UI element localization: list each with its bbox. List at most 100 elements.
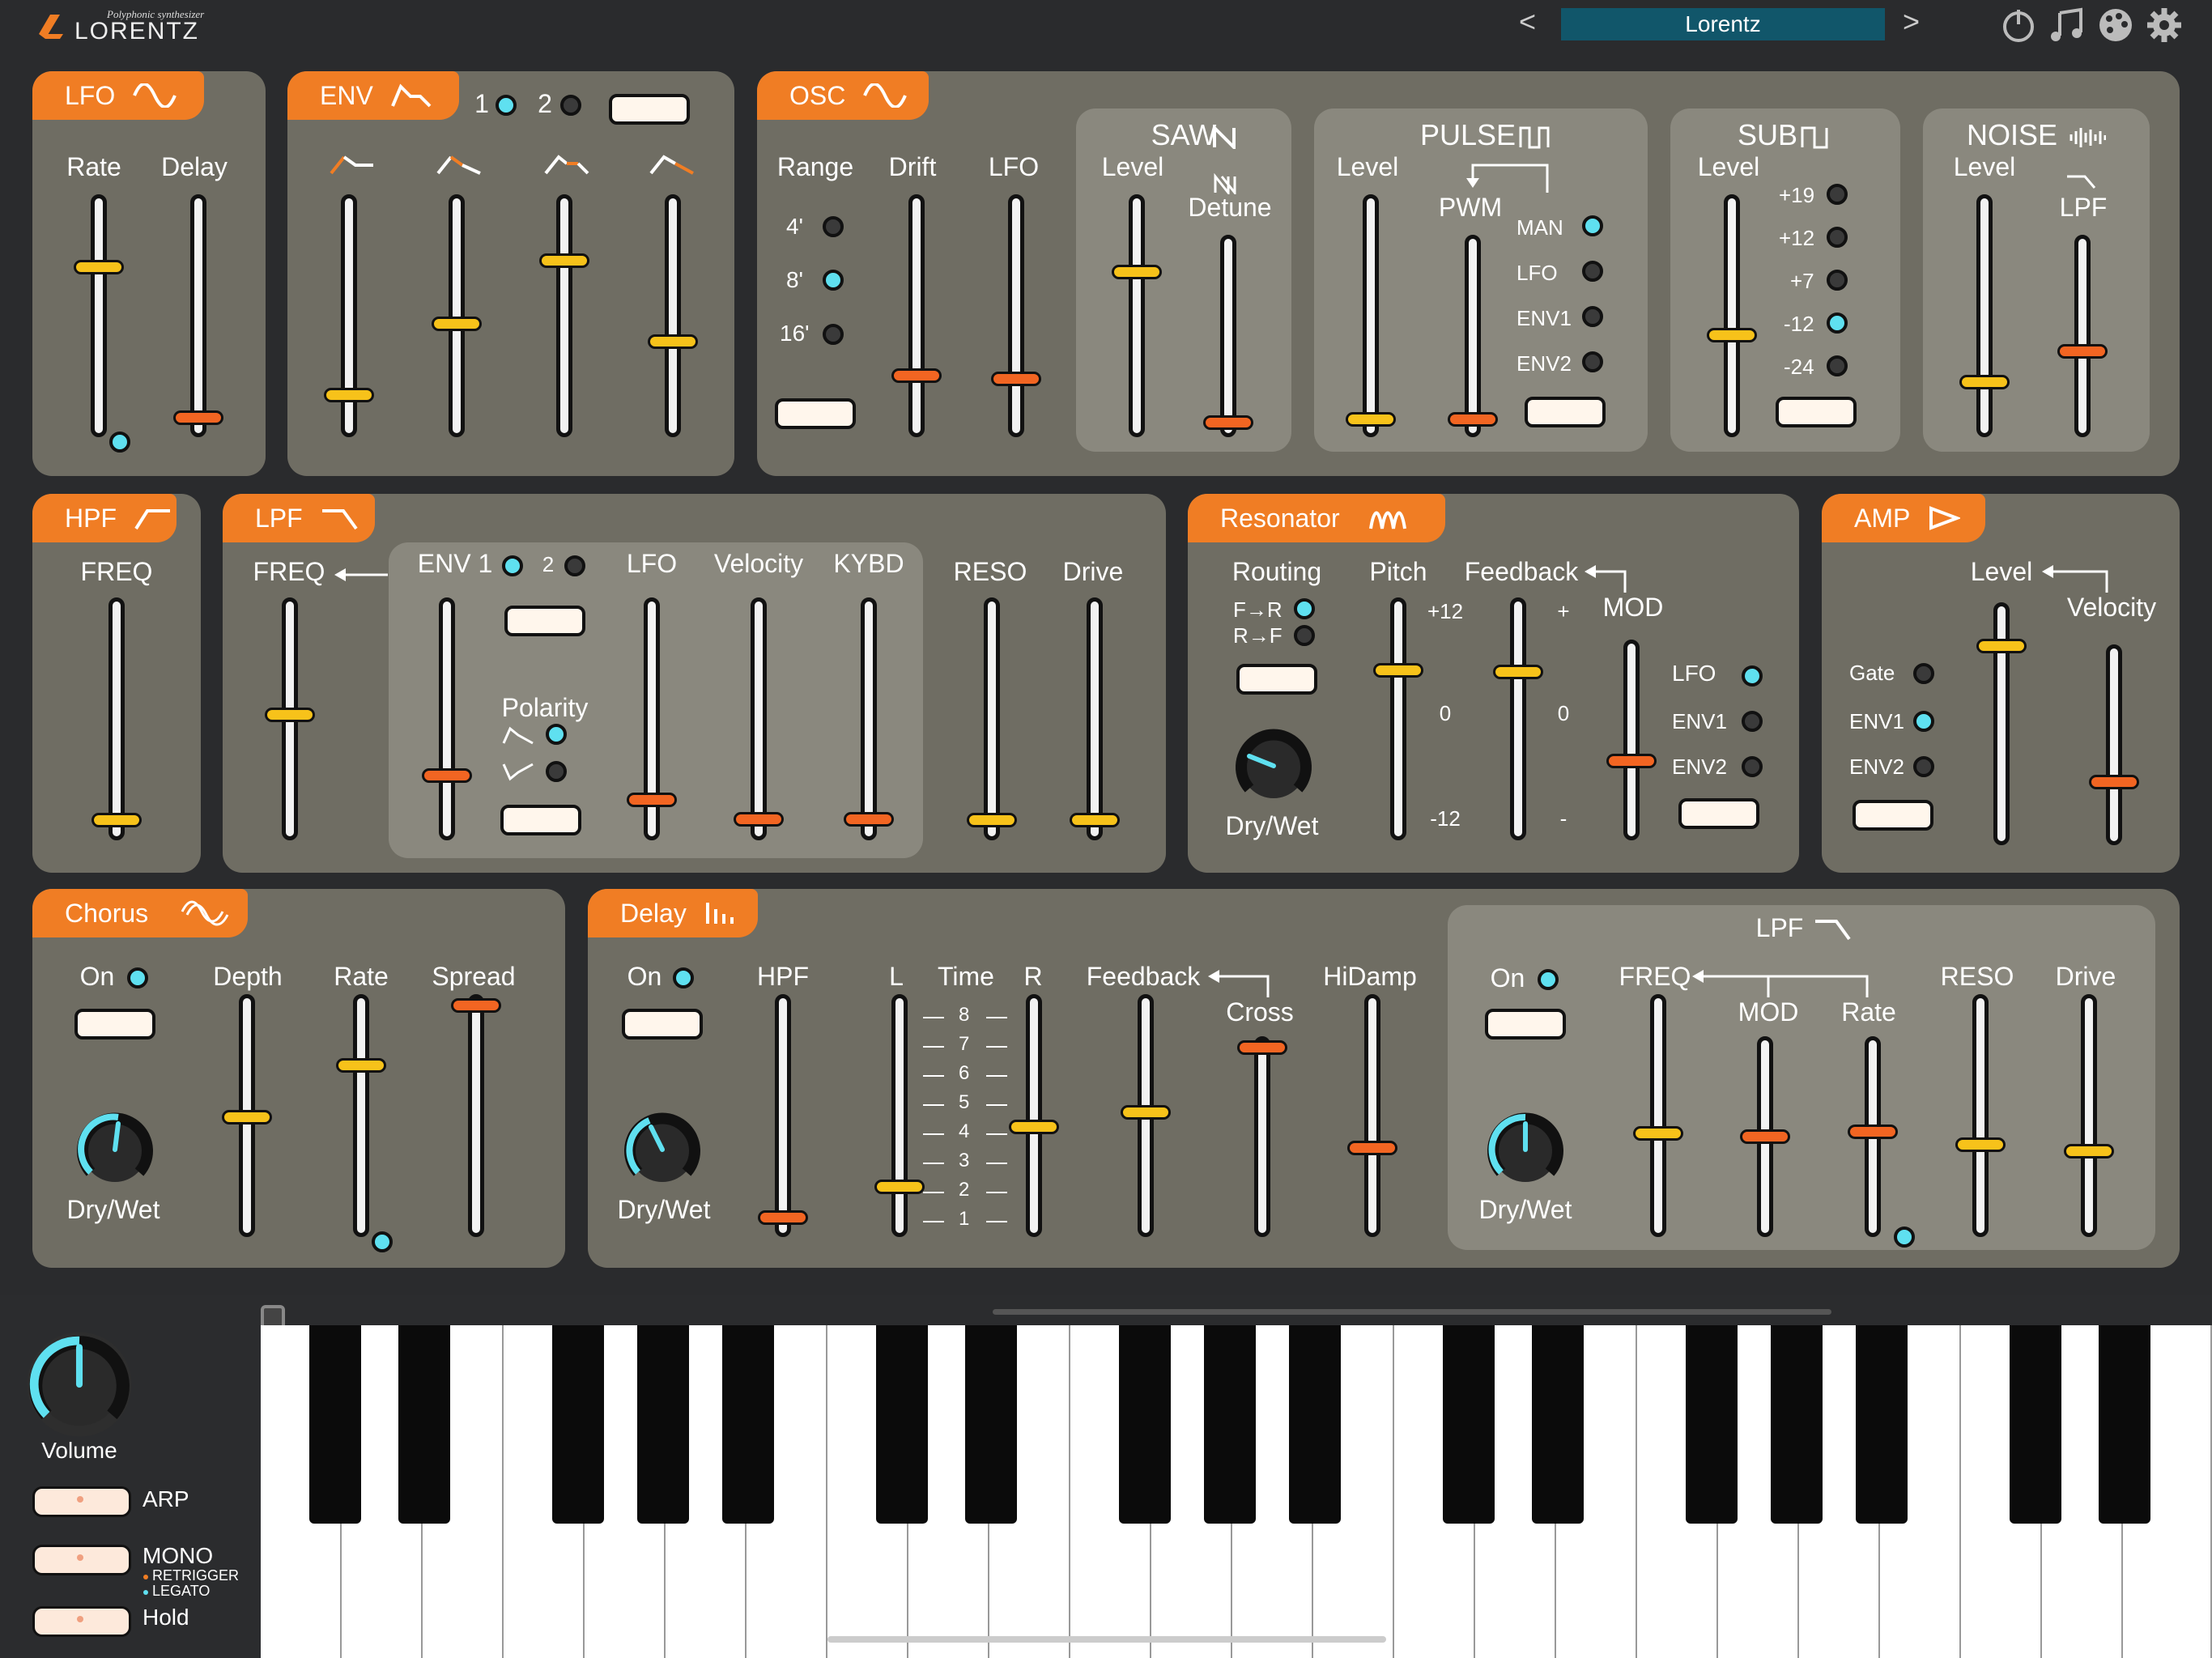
noise-level-slider[interactable] [1976,194,1993,437]
saw-detune-thumb[interactable] [1203,415,1253,430]
delay-lpf-drive-slider[interactable] [2081,994,2097,1237]
delay-lpf-freq-slider[interactable] [1650,994,1666,1237]
amp-gate-led[interactable] [1913,663,1934,684]
delay-time-r-slider[interactable] [1026,994,1042,1237]
lpf-velocity-slider[interactable] [751,597,767,840]
lpf-lfo-thumb[interactable] [627,793,677,807]
next-preset-button[interactable]: > [1903,5,1920,39]
sub-level-slider[interactable] [1724,194,1740,437]
sub-level-thumb[interactable] [1707,328,1757,342]
lpf-polarity-positive-led[interactable] [546,724,567,745]
delay-feedback-thumb[interactable] [1121,1105,1171,1120]
sub-minus24-led[interactable] [1827,355,1848,376]
resonator-routing-button[interactable] [1236,664,1317,695]
delay-hpf-thumb[interactable] [758,1210,808,1225]
lpf-polarity-negative-led[interactable] [546,761,567,782]
sub-plus12-led[interactable] [1827,227,1848,248]
osc-range-4-led[interactable] [823,216,844,237]
lpf-reso-thumb[interactable] [967,813,1017,827]
delay-time-l-slider[interactable] [891,994,908,1237]
delay-time-l-thumb[interactable] [874,1180,925,1194]
env-decay-thumb[interactable] [432,317,482,331]
osc-drift-slider[interactable] [908,194,925,437]
pulse-pwm-slider[interactable] [1465,235,1481,437]
delay-hpf-slider[interactable] [775,994,791,1237]
chorus-rate-mod-led[interactable] [372,1231,393,1252]
lpf-env-thumb[interactable] [422,768,472,783]
piano-black-key[interactable] [1686,1325,1738,1524]
pulse-pwm-thumb[interactable] [1448,412,1498,427]
lpf-drive-thumb[interactable] [1070,813,1120,827]
delay-lpf-freq-thumb[interactable] [1633,1126,1683,1141]
hold-toggle[interactable] [32,1606,131,1637]
lpf-drive-slider[interactable] [1087,597,1103,840]
sub-plus7-led[interactable] [1827,270,1848,291]
delay-on-led[interactable] [673,967,694,988]
gear-icon[interactable] [2146,6,2183,44]
env-options-button[interactable] [609,94,690,125]
lfo-delay-slider[interactable] [190,194,206,437]
piano-black-key[interactable] [722,1325,774,1524]
sub-plus19-led[interactable] [1827,184,1848,205]
piano-black-key[interactable] [1119,1325,1171,1524]
resonator-env1-led[interactable] [1742,711,1763,732]
noise-lpf-thumb[interactable] [2057,344,2108,359]
resonator-feedback-thumb[interactable] [1493,665,1543,679]
resonator-mod-thumb[interactable] [1606,754,1657,768]
chorus-drywet-knob[interactable] [73,1107,157,1192]
resonator-pitch-slider[interactable] [1390,597,1406,840]
chorus-depth-thumb[interactable] [222,1110,272,1124]
resonator-drywet-knob[interactable] [1231,724,1316,808]
delay-lpf-reso-slider[interactable] [1972,994,1989,1237]
piano-black-key[interactable] [1443,1325,1495,1524]
resonator-env2-led[interactable] [1742,756,1763,777]
music-notes-icon[interactable] [2048,6,2086,44]
lpf-env1-led[interactable] [502,555,523,576]
lpf-reso-slider[interactable] [984,597,1000,840]
piano-black-key[interactable] [876,1325,928,1524]
env-sustain-slider[interactable] [556,194,572,437]
delay-lpf-drywet-knob[interactable] [1483,1107,1568,1192]
piano-black-key[interactable] [2010,1325,2061,1524]
mono-toggle[interactable] [32,1545,131,1575]
resonator-lfo-led[interactable] [1742,665,1763,687]
sub-options-button[interactable] [1776,397,1857,427]
env-release-slider[interactable] [665,194,681,437]
delay-cross-slider[interactable] [1254,1036,1270,1237]
palette-icon[interactable] [2097,6,2134,44]
osc-options-button[interactable] [775,398,856,429]
keyboard-scrollbar[interactable] [993,1309,1831,1315]
env-decay-slider[interactable] [449,194,465,437]
osc-lfo-thumb[interactable] [991,372,1041,386]
env-attack-thumb[interactable] [324,388,374,402]
hpf-freq-thumb[interactable] [91,813,142,827]
lpf-freq-thumb[interactable] [265,708,315,722]
saw-level-slider[interactable] [1129,194,1145,437]
amp-velocity-thumb[interactable] [2089,775,2139,789]
delay-cross-thumb[interactable] [1237,1040,1287,1055]
preset-name-display[interactable]: Lorentz [1561,8,1885,40]
arp-toggle[interactable] [32,1486,131,1517]
piano-black-key[interactable] [1532,1325,1584,1524]
piano-black-key[interactable] [1771,1325,1823,1524]
lpf-env-button[interactable] [504,606,585,636]
osc-range-16-led[interactable] [823,324,844,345]
pwm-env2-led[interactable] [1582,351,1603,372]
piano-black-key[interactable] [1204,1325,1256,1524]
env-sustain-thumb[interactable] [539,253,589,268]
sub-minus12-led[interactable] [1827,312,1848,334]
chorus-rate-slider[interactable] [353,994,369,1237]
keyboard-bottom-scrollbar[interactable] [827,1636,1386,1643]
lpf-kybd-slider[interactable] [861,597,877,840]
chorus-on-led[interactable] [127,967,148,988]
env-select-1-led[interactable] [496,95,517,116]
lpf-polarity-button[interactable] [500,805,581,835]
delay-hidamp-thumb[interactable] [1347,1141,1397,1155]
lfo-rate-thumb[interactable] [74,260,124,274]
piano-black-key[interactable] [637,1325,689,1524]
pwm-man-led[interactable] [1582,215,1603,236]
pwm-options-button[interactable] [1525,397,1606,427]
piano-black-key[interactable] [965,1325,1017,1524]
routing-fr-led[interactable] [1294,598,1315,619]
piano-black-key[interactable] [2099,1325,2150,1524]
